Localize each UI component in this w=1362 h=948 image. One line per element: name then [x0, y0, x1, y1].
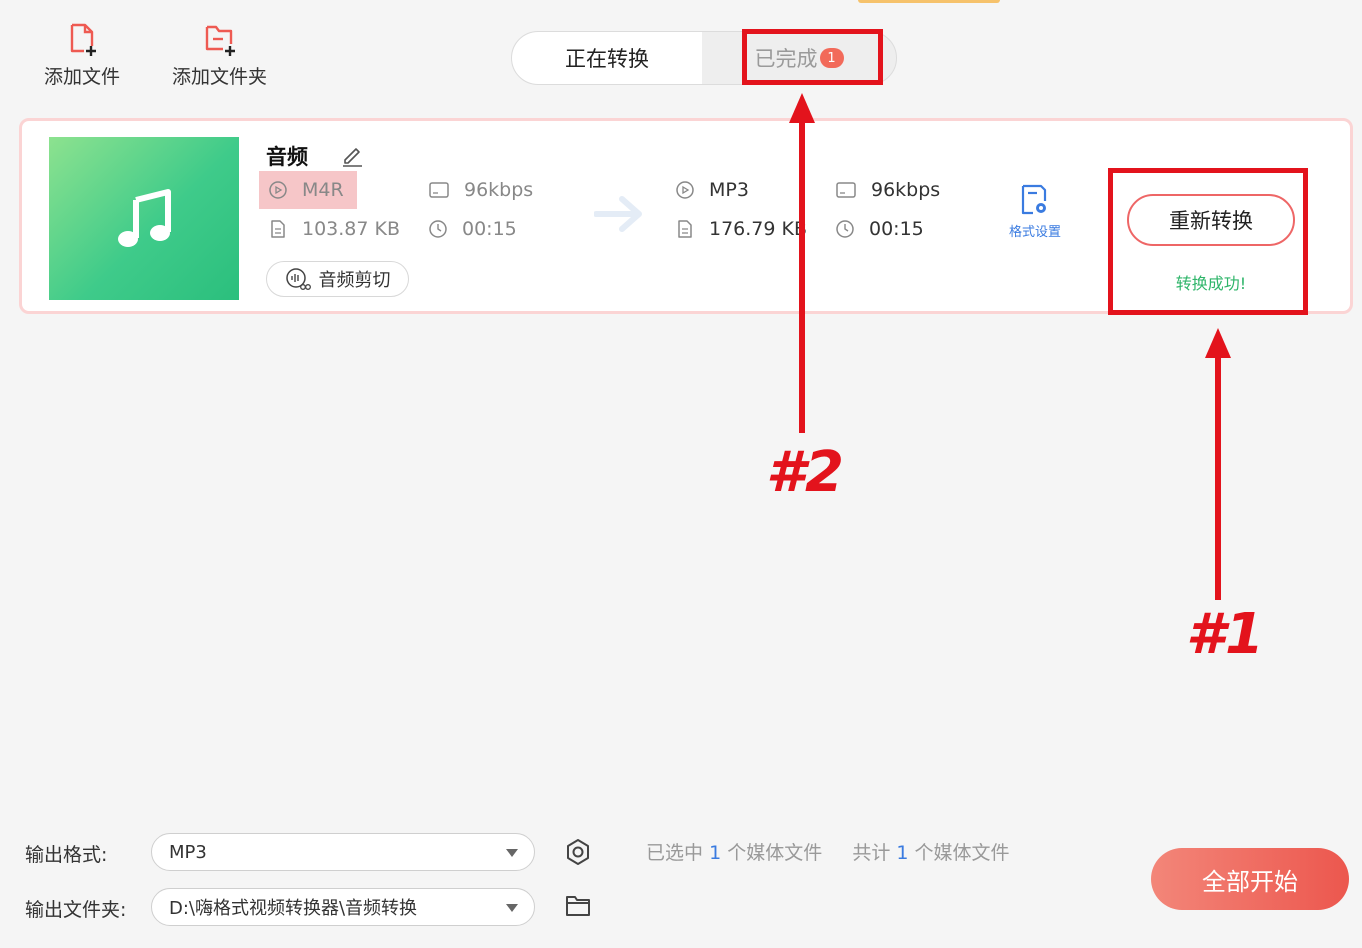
add-file-button[interactable]: 添加文件: [44, 22, 120, 89]
tab-converting[interactable]: 正在转换: [512, 32, 702, 84]
annotation-label-2: #2: [766, 440, 844, 505]
target-bitrate-text: 96kbps: [871, 179, 941, 201]
source-duration: 00:15: [428, 218, 517, 240]
total-prefix: 共计: [852, 842, 891, 864]
format-settings-label: 格式设置: [1008, 225, 1061, 240]
selected-count: 1: [709, 842, 722, 864]
annotation-arrow-2-line: [799, 120, 805, 433]
audio-trim-icon: [285, 268, 311, 290]
source-bitrate-text: 96kbps: [464, 179, 534, 201]
file-size-icon: [678, 220, 692, 238]
resolution-icon: [836, 182, 856, 198]
file-count-summary: 已选中 1 个媒体文件 共计 1 个媒体文件: [646, 838, 1010, 865]
output-folder-value: D:\嗨格式视频转换器\音频转换: [169, 898, 418, 919]
settings-gear-icon[interactable]: [564, 838, 592, 866]
file-name-text: 音频: [266, 145, 308, 169]
add-file-label: 添加文件: [44, 66, 121, 88]
target-size-text: 176.79 KB: [709, 218, 808, 240]
target-bitrate: 96kbps: [835, 179, 940, 201]
top-accent-bar: [858, 0, 1000, 3]
clock-icon: [836, 220, 854, 238]
audio-trim-label: 音频剪切: [318, 270, 391, 291]
output-folder-label: 输出文件夹:: [25, 899, 127, 921]
output-folder-select[interactable]: D:\嗨格式视频转换器\音频转换: [151, 888, 535, 926]
source-bitrate: 96kbps: [428, 179, 533, 201]
music-note-icon: [118, 188, 171, 247]
annotation-label-1: #1: [1186, 602, 1264, 667]
annotation-arrow-2-head: [789, 93, 815, 123]
audio-trim-button[interactable]: 音频剪切: [266, 261, 409, 297]
total-suffix: 个媒体文件: [914, 842, 1010, 864]
target-format-text: MP3: [709, 179, 749, 201]
chevron-down-icon: [506, 849, 518, 857]
format-settings-icon: [1021, 184, 1047, 215]
output-format-select[interactable]: MP3: [151, 833, 535, 871]
disc-format-icon: [269, 181, 287, 199]
file-name: 音频: [266, 141, 308, 171]
source-format-text: M4R: [302, 179, 344, 201]
source-duration-text: 00:15: [462, 218, 517, 240]
resolution-icon: [429, 182, 449, 198]
add-folder-button[interactable]: 添加文件夹: [172, 22, 267, 89]
source-size-text: 103.87 KB: [302, 218, 401, 240]
target-duration-text: 00:15: [869, 218, 924, 240]
target-duration: 00:15: [835, 218, 924, 240]
selected-suffix: 个媒体文件: [727, 842, 823, 864]
edit-pencil-icon[interactable]: [340, 143, 364, 167]
clock-icon: [429, 220, 447, 238]
folder-open-icon[interactable]: [565, 894, 591, 918]
add-folder-label: 添加文件夹: [172, 66, 268, 88]
audio-thumbnail: [49, 137, 239, 300]
annotation-box-1: [1108, 168, 1308, 315]
add-file-icon: [70, 23, 96, 56]
annotation-arrow-1-head: [1205, 328, 1231, 358]
annotation-arrow-1-line: [1215, 355, 1221, 600]
start-all-button[interactable]: 全部开始: [1151, 848, 1349, 910]
source-format: M4R: [268, 179, 344, 201]
output-format-value: MP3: [169, 841, 207, 863]
target-size: 176.79 KB: [675, 218, 807, 240]
total-count: 1: [896, 842, 909, 864]
format-settings-button[interactable]: 格式设置: [1000, 183, 1070, 240]
annotation-box-2: [742, 29, 883, 85]
output-format-label: 输出格式:: [25, 844, 108, 866]
selected-prefix: 已选中: [646, 842, 704, 864]
file-size-icon: [271, 220, 285, 238]
arrow-right-icon: [594, 196, 642, 232]
chevron-down-icon: [506, 904, 518, 912]
source-size: 103.87 KB: [268, 218, 400, 240]
target-format: MP3: [675, 179, 749, 201]
disc-format-icon: [676, 181, 694, 199]
add-folder-icon: [205, 25, 235, 56]
